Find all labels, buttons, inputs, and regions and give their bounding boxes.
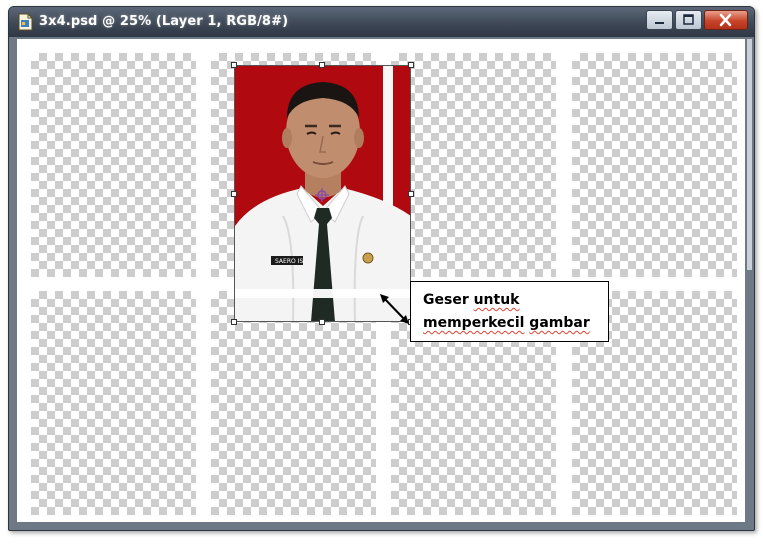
close-button[interactable] [704, 10, 748, 30]
instruction-callout: Geser untuk memperkecil gambar [410, 281, 609, 342]
callout-word: Geser [423, 292, 469, 308]
arrow-icon [380, 294, 409, 324]
transform-handle-bottom-left[interactable] [231, 319, 237, 325]
grid-cell [31, 53, 196, 277]
callout-line-1: Geser untuk [423, 289, 608, 312]
minimize-button[interactable] [646, 10, 673, 30]
transform-handle-top-center[interactable] [319, 62, 325, 68]
pivot-icon[interactable] [315, 188, 329, 202]
callout-word: untuk [473, 292, 520, 308]
transform-handle-bottom-center[interactable] [319, 319, 325, 325]
callout-word: memperkecil [423, 315, 525, 331]
transform-handle-middle-right[interactable] [408, 191, 414, 197]
close-icon [719, 13, 732, 27]
callout-line-2: memperkecil gambar [423, 312, 608, 335]
maximize-icon [683, 14, 694, 25]
maximize-button[interactable] [675, 10, 702, 30]
transform-handle-middle-left[interactable] [231, 191, 237, 197]
transform-handle-top-left[interactable] [231, 62, 237, 68]
vertical-scrollbar[interactable] [747, 39, 752, 270]
grid-cell [391, 53, 556, 277]
document-window: 3x4.psd @ 25% (Layer 1, RGB/8#) SAERO IS [8, 6, 755, 531]
photoshop-document-icon [17, 13, 33, 31]
minimize-icon [655, 22, 664, 24]
grid-cell [31, 291, 196, 515]
transform-handle-top-right[interactable] [408, 62, 414, 68]
document-canvas[interactable]: SAERO IS [17, 39, 745, 522]
window-controls [644, 10, 748, 30]
window-title: 3x4.psd @ 25% (Layer 1, RGB/8#) [39, 14, 289, 29]
callout-word: gambar [529, 315, 590, 331]
title-bar[interactable]: 3x4.psd @ 25% (Layer 1, RGB/8#) [9, 7, 754, 37]
grid-cell [572, 53, 737, 277]
